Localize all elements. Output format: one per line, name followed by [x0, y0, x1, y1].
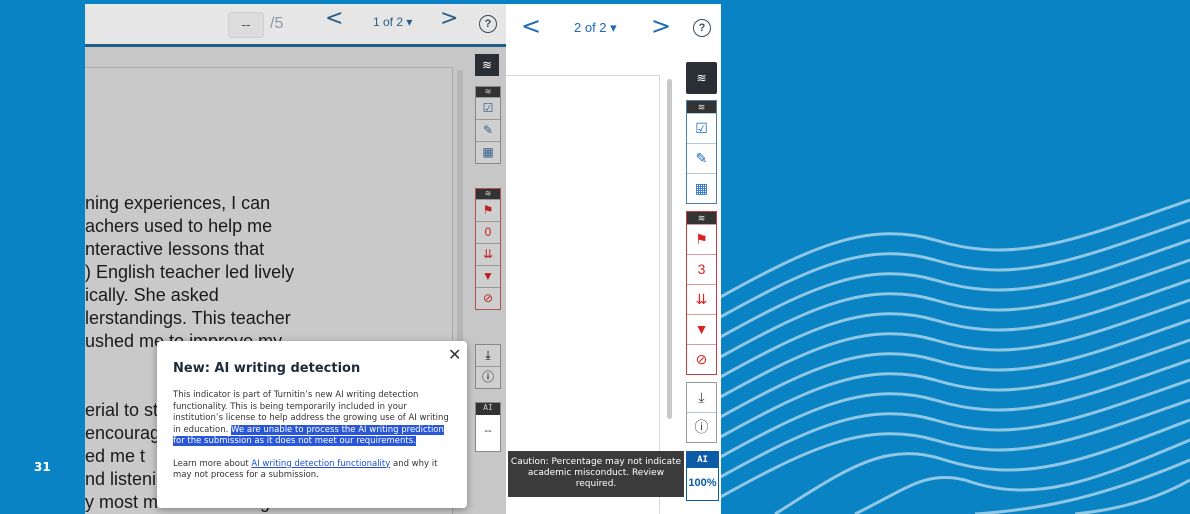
- prev-submission-button[interactable]: <: [521, 14, 541, 38]
- sort-icon[interactable]: ⇊: [687, 284, 716, 314]
- flag-group: ≋ ⚑ 0 ⇊ ▼ ⊘: [475, 188, 501, 310]
- grid-icon[interactable]: ▦: [687, 173, 716, 203]
- document-text-line: erial to st: [85, 400, 159, 420]
- right-viewer: < 2 of 2 ▾ > ? ≋ ≋ ☑ ✎ ▦ ≋ ⚑ 3 ⇊ ▼ ⊘ ⤓ ⓘ…: [506, 4, 721, 514]
- right-viewer-toolbar: < 2 of 2 ▾ > ?: [506, 4, 721, 46]
- submission-selector[interactable]: 1 of 2 ▾: [373, 15, 412, 29]
- block-icon[interactable]: ⊘: [687, 344, 716, 374]
- block-icon[interactable]: ⊘: [476, 287, 500, 309]
- download-info-group: ⤓ ⓘ: [686, 382, 717, 443]
- submission-selector[interactable]: 2 of 2 ▾: [574, 20, 617, 36]
- popup-paragraph: Learn more about AI writing detection fu…: [173, 459, 455, 482]
- document-text-line: ed me t: [85, 446, 146, 466]
- document-text-line: lerstandings. This teacher: [85, 308, 291, 328]
- info-icon[interactable]: ⓘ: [687, 412, 716, 442]
- flag-group: ≋ ⚑ 3 ⇊ ▼ ⊘: [686, 211, 717, 375]
- grid-icon[interactable]: ▦: [476, 141, 500, 163]
- document-text-line: ically. She asked: [85, 285, 219, 305]
- flag-count: 3: [687, 254, 716, 284]
- edit-icon[interactable]: ✎: [476, 119, 500, 141]
- layers-button[interactable]: ≋: [475, 54, 499, 76]
- help-icon[interactable]: ?: [693, 19, 711, 37]
- help-icon[interactable]: ?: [479, 15, 497, 33]
- right-scrollbar[interactable]: [667, 79, 672, 419]
- layers-icon: ≋: [476, 189, 500, 199]
- ai-indicator-right[interactable]: AI 100%: [686, 451, 719, 501]
- document-text-line: achers used to help me: [85, 216, 273, 236]
- page-input[interactable]: --: [228, 12, 264, 38]
- flag-count: 0: [476, 221, 500, 243]
- layers-icon: ≋: [687, 212, 716, 224]
- filter-icon[interactable]: ▼: [476, 265, 500, 287]
- slide-number: 31: [34, 460, 51, 474]
- flag-icon[interactable]: ⚑: [476, 199, 500, 221]
- ai-detection-popup: ✕ New: AI writing detection This indicat…: [157, 341, 467, 508]
- document-text-line: nteractive lessons that: [85, 239, 265, 259]
- document-text-line: nd listeni: [85, 469, 157, 489]
- next-submission-button[interactable]: >: [651, 14, 671, 38]
- popup-text: Learn more about: [173, 458, 252, 469]
- filter-icon[interactable]: ▼: [687, 314, 716, 344]
- document-page: [506, 75, 660, 514]
- match-overview-group: ≋ ☑ ✎ ▦: [475, 86, 501, 164]
- ai-score: 100%: [688, 477, 717, 489]
- left-viewer-toolbar: -- /5 < 1 of 2 ▾ > ?: [85, 4, 506, 47]
- download-info-group: ⤓ ⓘ: [475, 344, 501, 389]
- check-icon[interactable]: ☑: [687, 113, 716, 143]
- prev-submission-button[interactable]: <: [325, 8, 343, 30]
- document-text-line: ning experiences, I can: [85, 193, 271, 213]
- layers-icon: ≋: [687, 101, 716, 113]
- download-icon[interactable]: ⤓: [476, 345, 500, 366]
- layers-icon: ≋: [476, 87, 500, 97]
- info-icon[interactable]: ⓘ: [476, 366, 500, 388]
- layers-icon: ≋: [696, 71, 707, 85]
- page-total: /5: [270, 15, 284, 32]
- popup-body: This indicator is part of Turnitin’s new…: [173, 390, 455, 482]
- next-submission-button[interactable]: >: [440, 8, 458, 30]
- ai-indicator-left[interactable]: AI --: [475, 402, 501, 452]
- ai-caution-tooltip: Caution: Percentage may not indicate aca…: [508, 451, 684, 497]
- close-icon[interactable]: ✕: [448, 345, 461, 364]
- download-icon[interactable]: ⤓: [687, 383, 716, 412]
- document-text-line: encourag: [85, 423, 161, 443]
- popup-title: New: AI writing detection: [173, 361, 361, 376]
- ai-detection-link[interactable]: AI writing detection functionality: [251, 459, 390, 469]
- layers-icon: ≋: [481, 58, 493, 72]
- popup-paragraph: This indicator is part of Turnitin’s new…: [173, 390, 455, 448]
- sort-icon[interactable]: ⇊: [476, 243, 500, 265]
- ai-value: --: [484, 425, 492, 437]
- wave-pattern: [715, 198, 1190, 514]
- check-icon[interactable]: ☑: [476, 97, 500, 119]
- document-text-line: ) English teacher led lively: [85, 262, 295, 282]
- ai-label: AI: [476, 403, 500, 415]
- match-overview-group: ≋ ☑ ✎ ▦: [686, 100, 717, 204]
- edit-icon[interactable]: ✎: [687, 143, 716, 173]
- layers-button[interactable]: ≋: [686, 62, 717, 94]
- ai-label: AI: [687, 452, 718, 468]
- flag-icon[interactable]: ⚑: [687, 224, 716, 254]
